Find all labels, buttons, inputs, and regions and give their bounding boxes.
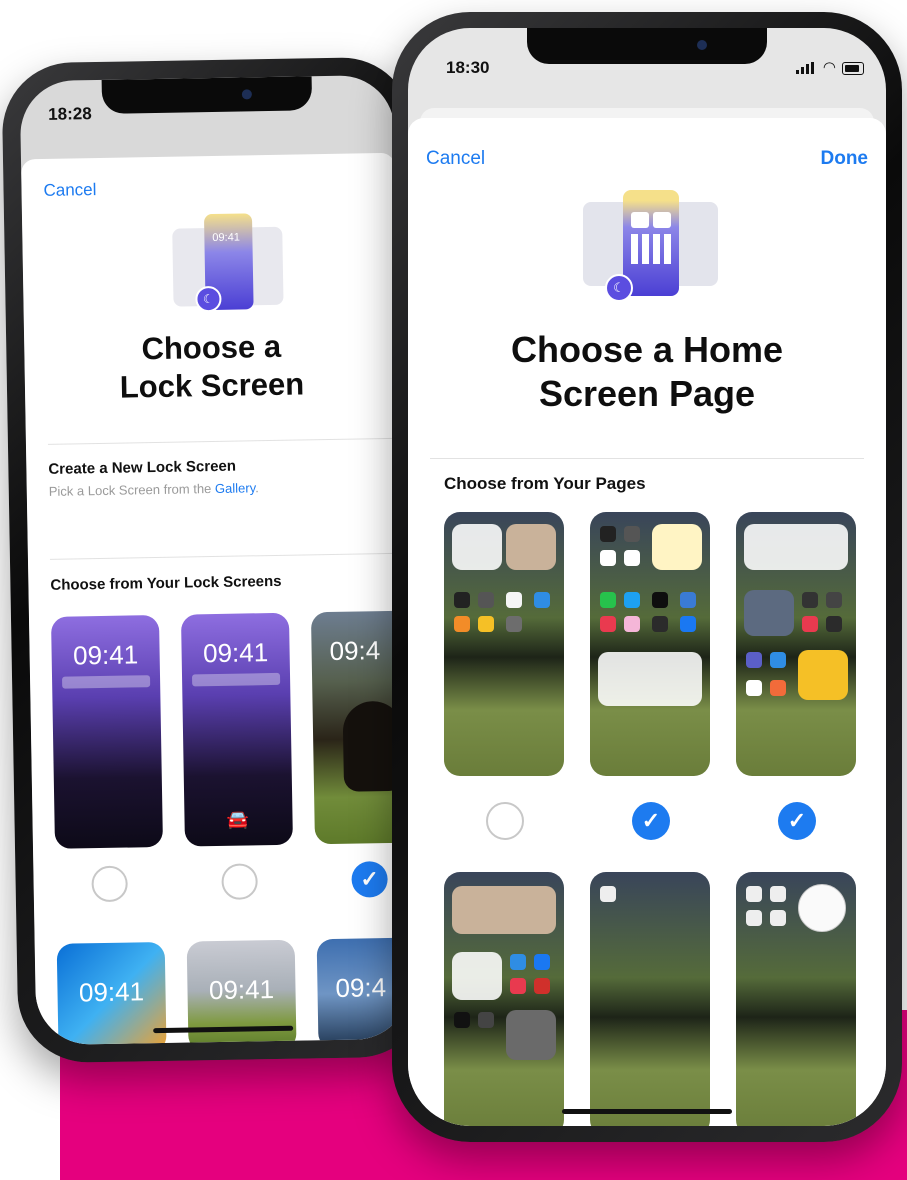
front-phone: 18:30 ◠ Cancel Done ☾ Choose a Home Scre… — [392, 12, 902, 1142]
front-phone-screen: 18:30 ◠ Cancel Done ☾ Choose a Home Scre… — [408, 28, 886, 1126]
cancel-button[interactable]: Cancel — [43, 180, 96, 201]
home-page-check-2[interactable]: ✓ — [632, 802, 670, 840]
cancel-button[interactable]: Cancel — [426, 148, 485, 170]
status-time: 18:28 — [48, 104, 92, 124]
lock-screen-sheet: Cancel 09:41 ☾ Choose a Lock Screen Crea… — [20, 152, 411, 1046]
home-screen-illustration: ☾ — [583, 190, 718, 302]
home-screen-sheet: Cancel Done ☾ Choose a Home Screen Page … — [408, 118, 886, 1126]
lock-screen-thumb-1[interactable]: 09:41 — [50, 614, 164, 849]
notch — [527, 28, 767, 64]
home-page-thumb-6[interactable] — [736, 872, 856, 1126]
home-page-check-3[interactable]: ✓ — [778, 802, 816, 840]
lock-screen-check-3[interactable]: ✓ — [351, 861, 388, 898]
home-page-thumb-5[interactable] — [590, 872, 710, 1126]
lock-screen-radio-2[interactable] — [221, 863, 258, 900]
done-button[interactable]: Done — [821, 148, 869, 170]
section-heading: Choose from Your Pages — [444, 474, 646, 493]
home-page-radio-1[interactable] — [486, 802, 524, 840]
page-title-line1: Choose a Home — [510, 329, 784, 370]
section-heading: Choose from Your Lock Screens — [50, 572, 282, 594]
home-indicator[interactable] — [562, 1109, 732, 1114]
wifi-icon: ◠ — [822, 59, 836, 76]
gallery-link[interactable]: Gallery — [215, 480, 255, 496]
lock-screen-radio-1[interactable] — [91, 865, 128, 903]
battery-icon — [842, 62, 864, 75]
home-page-thumb-4[interactable] — [444, 872, 564, 1126]
back-phone: 18:28 Cancel 09:41 ☾ Choose a Lock Scree… — [1, 56, 429, 1064]
back-phone-screen: 18:28 Cancel 09:41 ☾ Choose a Lock Scree… — [19, 74, 411, 1046]
home-page-thumb-3[interactable] — [736, 512, 856, 776]
lock-screen-illustration: 09:41 ☾ — [172, 213, 284, 315]
status-time: 18:30 — [446, 58, 490, 77]
car-icon: 🚘 — [226, 809, 250, 830]
create-new-subtitle: Pick a Lock Screen from the Gallery. — [48, 480, 259, 499]
home-page-thumb-2[interactable] — [590, 512, 710, 776]
page-title-line2: Lock Screen — [119, 366, 305, 405]
notch — [101, 76, 313, 114]
clock-widget — [798, 884, 846, 932]
lock-screen-thumb-4[interactable]: 09:41 — [56, 941, 167, 1046]
page-title-line1: Choose a — [141, 328, 282, 367]
moon-icon: ☾ — [605, 274, 633, 302]
create-new-heading[interactable]: Create a New Lock Screen — [48, 458, 236, 478]
page-title-line2: Screen Page — [538, 373, 756, 414]
lock-screen-thumb-2[interactable]: 09:41 🚘 — [180, 612, 293, 847]
home-page-thumb-1[interactable] — [444, 512, 564, 776]
signal-icon — [796, 62, 814, 74]
